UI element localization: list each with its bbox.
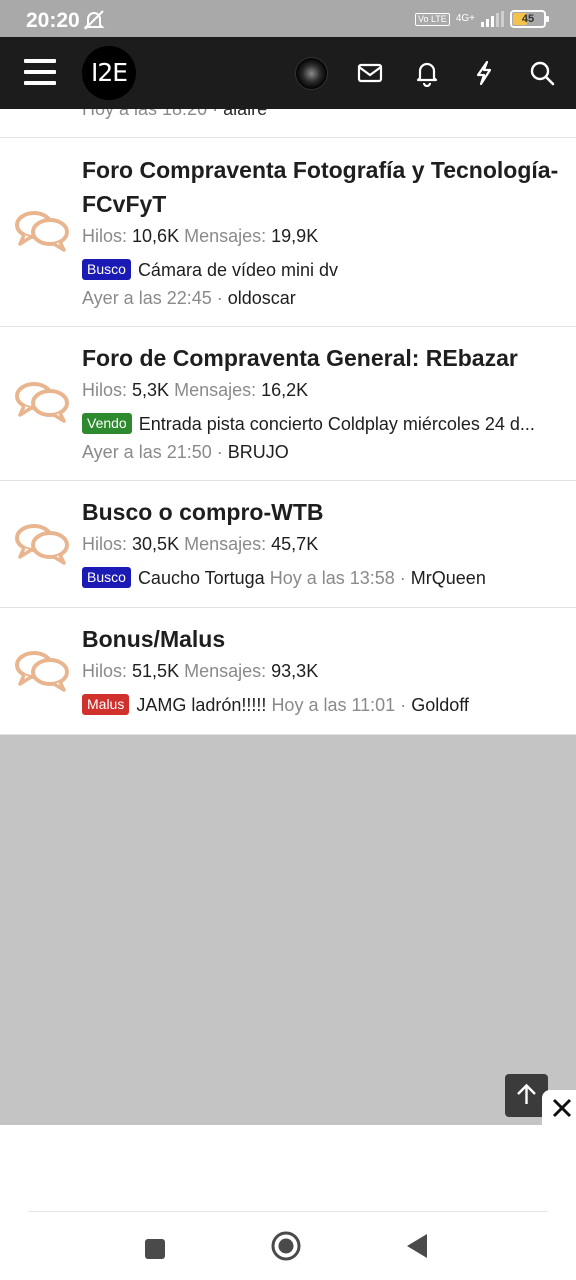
latest-time: Ayer a las 21:50: [82, 442, 212, 462]
forum-item[interactable]: Foro de Compraventa General: REbazar Hil…: [0, 327, 576, 481]
forum-stats: Hilos: 5,3K Mensajes: 16,2K: [82, 380, 309, 400]
battery-level: 45: [521, 13, 535, 25]
message-count: 16,2K: [261, 380, 309, 400]
status-time: 20:20: [26, 9, 80, 32]
status-bar: 20:20 Vo LTE 4G+ 45: [0, 0, 576, 40]
message-count: 19,9K: [271, 226, 319, 246]
forum-title[interactable]: Foro de Compraventa General: REbazar: [82, 341, 562, 375]
app-header: I2E: [0, 37, 576, 109]
message-count: 93,3K: [271, 661, 319, 681]
mail-icon[interactable]: [356, 59, 384, 87]
menu-icon[interactable]: [24, 59, 56, 85]
forum-list: Hoy a las 18:20 · alaire Foro Compravent…: [0, 109, 576, 735]
list-item: Hoy a las 18:20 · alaire: [0, 109, 576, 138]
prefix-badge: Malus: [82, 694, 130, 715]
forum-item[interactable]: Busco o compro-WTB Hilos: 30,5K Mensajes…: [0, 481, 576, 608]
thread-count: 10,6K: [132, 226, 180, 246]
latest-thread[interactable]: Busco Cámara de vídeo mini dv: [82, 256, 562, 284]
close-ad-button[interactable]: [542, 1090, 576, 1126]
recents-icon[interactable]: [143, 1230, 167, 1260]
forum-item[interactable]: Bonus/Malus Hilos: 51,5K Mensajes: 93,3K…: [0, 608, 576, 735]
prefix-badge: Busco: [82, 567, 131, 588]
message-count: 45,7K: [271, 534, 319, 554]
forum-chat-icon: [15, 651, 69, 692]
latest-thread-title[interactable]: Caucho Tortuga: [138, 568, 265, 588]
home-icon[interactable]: [270, 1230, 302, 1262]
forum-stats: Hilos: 51,5K Mensajes: 93,3K: [82, 661, 319, 681]
bell-icon[interactable]: [413, 59, 441, 87]
forum-title[interactable]: Foro Compraventa Fotografía y Tecnología…: [82, 153, 562, 221]
volte-indicator: Vo LTE: [414, 12, 450, 26]
prefix-badge: Vendo: [82, 413, 132, 434]
latest-user[interactable]: oldoscar: [228, 288, 296, 308]
lightning-icon[interactable]: [470, 59, 498, 87]
notifications-muted-icon: [82, 9, 106, 36]
forum-chat-icon: [15, 211, 69, 252]
system-navigation: [0, 1125, 576, 1280]
back-icon[interactable]: [404, 1230, 430, 1262]
latest-user[interactable]: alaire: [223, 109, 267, 119]
signal-icon: [481, 11, 504, 27]
close-icon: [552, 1098, 572, 1118]
latest-thread-title[interactable]: Entrada pista concierto Coldplay miércol…: [139, 414, 535, 434]
forum-stats: Hilos: 10,6K Mensajes: 19,9K: [82, 226, 319, 246]
latest-time: Hoy a las 11:01: [271, 695, 396, 715]
latest-thread-title[interactable]: Cámara de vídeo mini dv: [138, 260, 338, 280]
thread-count: 5,3K: [132, 380, 170, 400]
latest-thread[interactable]: Vendo Entrada pista concierto Coldplay m…: [82, 410, 562, 438]
latest-time: Hoy a las 18:20: [82, 109, 208, 119]
forum-chat-icon: [15, 382, 69, 423]
latest-thread[interactable]: Malus JAMG ladrón!!!!! Hoy a las 11:01 ·…: [82, 691, 562, 719]
forum-chat-icon: [15, 524, 69, 565]
forum-title[interactable]: Busco o compro-WTB: [82, 495, 562, 529]
latest-thread[interactable]: Busco Caucho Tortuga Hoy a las 13:58 · M…: [82, 564, 562, 592]
latest-user[interactable]: Goldoff: [411, 695, 469, 715]
prefix-badge: Busco: [82, 259, 131, 280]
forum-title[interactable]: Bonus/Malus: [82, 622, 562, 656]
thread-count: 30,5K: [132, 534, 180, 554]
latest-user[interactable]: BRUJO: [228, 442, 289, 462]
forum-stats: Hilos: 30,5K Mensajes: 45,7K: [82, 534, 319, 554]
latest-time: Ayer a las 22:45: [82, 288, 212, 308]
site-logo[interactable]: I2E: [82, 46, 136, 100]
battery-icon: 45: [510, 10, 549, 28]
network-type: 4G+: [455, 13, 475, 24]
user-avatar[interactable]: [295, 57, 328, 90]
forum-item[interactable]: Foro Compraventa Fotografía y Tecnología…: [0, 138, 576, 327]
search-icon[interactable]: [528, 59, 556, 87]
latest-time: Hoy a las 13:58: [269, 568, 395, 588]
latest-user[interactable]: MrQueen: [411, 568, 486, 588]
divider: [28, 1211, 548, 1212]
latest-thread-title[interactable]: JAMG ladrón!!!!!: [136, 695, 266, 715]
thread-count: 51,5K: [132, 661, 180, 681]
